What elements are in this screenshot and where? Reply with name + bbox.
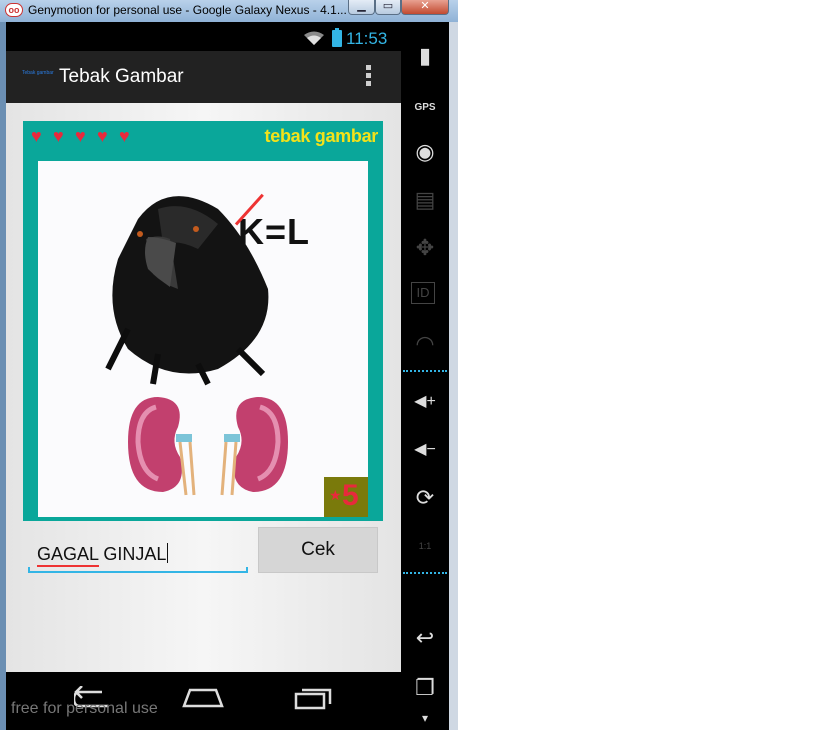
- close-button[interactable]: ✕: [401, 0, 449, 15]
- dpad-icon[interactable]: ✥: [411, 234, 439, 262]
- watermark: free for personal use: [11, 700, 158, 717]
- kidneys-image: [128, 397, 288, 496]
- text-caret: [167, 543, 169, 563]
- rss-icon[interactable]: ◠: [411, 330, 439, 358]
- battery-icon[interactable]: ▮: [411, 42, 439, 70]
- genymotion-side-panel: ▮ GPS ◉ ▤ ✥ ID ◠ ◀+ ◀− ⟳ 1:1 ↩ ❐ ▾: [401, 22, 449, 730]
- input-underline: [28, 567, 248, 573]
- overflow-menu-icon[interactable]: [366, 65, 372, 89]
- gps-icon[interactable]: GPS: [411, 94, 439, 122]
- back-icon[interactable]: ↩: [411, 624, 439, 652]
- volume-up-icon[interactable]: ◀+: [411, 388, 439, 416]
- spellcheck-underline: [37, 565, 99, 567]
- puzzle-picture: K=L ★ 5: [38, 161, 368, 517]
- app-icon[interactable]: Tebak gambar: [22, 70, 54, 76]
- wifi-icon: [304, 31, 324, 45]
- clue-formula: K=L: [238, 211, 311, 252]
- rotate-icon[interactable]: ⟳: [411, 484, 439, 512]
- heart-icon: ♥: [31, 126, 42, 146]
- window-title: Genymotion for personal use - Google Gal…: [28, 3, 347, 17]
- score-badge: ★ 5: [324, 477, 368, 517]
- scale-icon[interactable]: 1:1: [411, 532, 439, 560]
- status-bar: 11:53: [6, 25, 401, 51]
- volume-down-icon[interactable]: ◀−: [411, 436, 439, 464]
- score-value: 5: [342, 479, 359, 512]
- heart-icon: ♥: [75, 126, 86, 146]
- answer-text: GAGAL GINJAL: [37, 543, 169, 564]
- id-icon[interactable]: ID: [411, 282, 435, 304]
- home-icon[interactable]: [182, 686, 224, 708]
- answer-input[interactable]: GAGAL GINJAL: [26, 525, 250, 573]
- status-clock: 11:53: [346, 29, 388, 48]
- brand-label: tebak gambar: [264, 126, 379, 146]
- heart-icon: ♥: [97, 126, 108, 146]
- puzzle-card: ♥ ♥ ♥ ♥ ♥ tebak gambar K=L ★ 5: [23, 121, 383, 521]
- panel-divider: [403, 370, 447, 372]
- battery-charging-icon: [332, 28, 342, 47]
- genymotion-window: oo Genymotion for personal use - Google …: [0, 0, 458, 730]
- genymotion-logo-icon: oo: [5, 3, 23, 17]
- window-titlebar: oo Genymotion for personal use - Google …: [0, 0, 458, 22]
- device-screen: 11:53 Tebak gambar Tebak Gambar ♥ ♥ ♥ ♥ …: [6, 22, 401, 730]
- recent-apps-icon[interactable]: ❐: [411, 674, 439, 702]
- camera-icon[interactable]: ◉: [411, 138, 439, 166]
- heart-icon: ♥: [119, 126, 130, 146]
- app-content: ♥ ♥ ♥ ♥ ♥ tebak gambar K=L ★ 5 GAGAL GIN…: [6, 103, 401, 672]
- heart-icon: ♥: [53, 126, 64, 146]
- maximize-button[interactable]: ▭: [375, 0, 401, 15]
- app-title: Tebak Gambar: [59, 66, 184, 87]
- recent-apps-icon[interactable]: [294, 686, 332, 710]
- window-scrollbar[interactable]: [449, 22, 458, 730]
- clapperboard-icon[interactable]: ▤: [411, 186, 439, 214]
- panel-divider: [403, 572, 447, 574]
- star-icon: ★: [329, 487, 342, 503]
- action-bar: Tebak gambar Tebak Gambar: [6, 51, 401, 103]
- check-button[interactable]: Cek: [258, 527, 378, 573]
- minimize-button[interactable]: ▁: [348, 0, 375, 15]
- menu-icon[interactable]: ▾: [411, 704, 439, 732]
